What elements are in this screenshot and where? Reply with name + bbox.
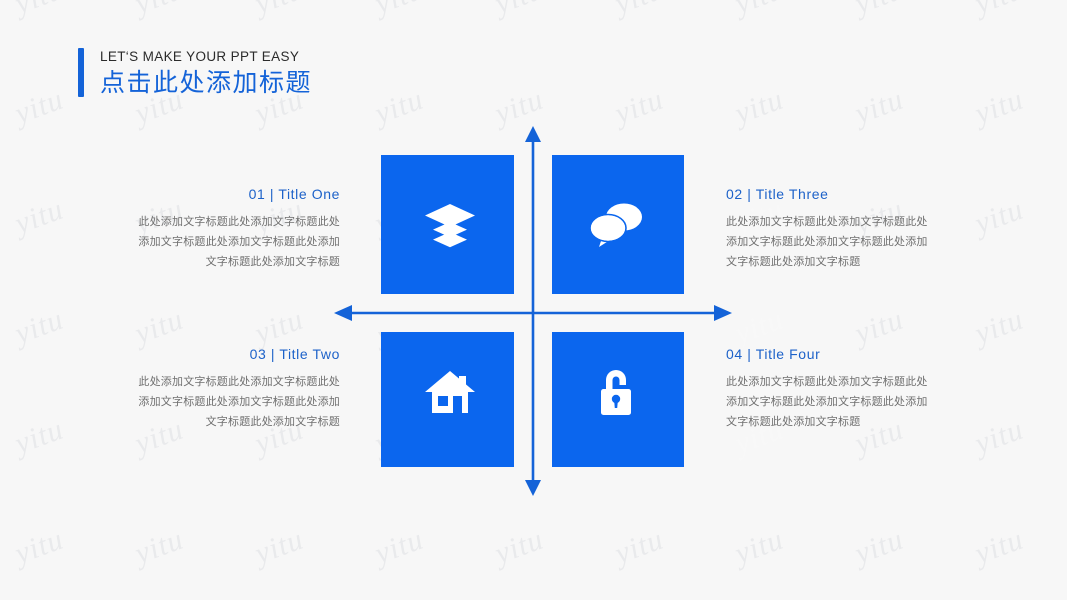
watermark-text: yitu — [370, 82, 428, 131]
watermark-text: yitu — [250, 302, 308, 351]
watermark-text: yitu — [970, 522, 1028, 571]
watermark-text: yitu — [371, 0, 429, 21]
info-block-01-body: 此处添加文字标题此处添加文字标题此处添加文字标题此处添加文字标题此处添加文字标题… — [138, 215, 340, 269]
watermark-text: yitu — [851, 0, 909, 21]
watermark-text: yitu — [490, 82, 548, 131]
info-block-01-heading: 01 | Title One — [248, 186, 340, 202]
watermark-text: yitu — [850, 302, 908, 351]
watermark-text: yitu — [730, 522, 788, 571]
watermark-text: yitu — [730, 302, 788, 351]
watermark-text: yitu — [131, 0, 189, 21]
quadrant-tile-4[interactable] — [547, 322, 684, 467]
watermark-text: yitu — [970, 82, 1028, 131]
watermark-text: yitu — [730, 82, 788, 131]
watermark-text: yitu — [491, 0, 549, 21]
watermark-text: yitu — [850, 522, 908, 571]
quadrant-tile-2[interactable] — [547, 155, 684, 300]
page-title: 点击此处添加标题 — [100, 68, 313, 97]
info-block-03-body: 此处添加文字标题此处添加文字标题此处添加文字标题此处添加文字标题此处添加文字标题… — [138, 375, 340, 429]
watermark-text: yitu — [611, 0, 669, 21]
info-block-03: 03 | Title Two 此处添加文字标题此处添加文字标题此处添加文字标题此… — [128, 346, 340, 433]
info-block-04-body: 此处添加文字标题此处添加文字标题此处添加文字标题此处添加文字标题此处添加文字标题… — [726, 375, 928, 429]
header-kicker: LET‘S MAKE YOUR PPT EASY — [100, 49, 300, 64]
header-text-group: LET‘S MAKE YOUR PPT EASY 点击此处添加标题 — [100, 48, 312, 97]
watermark-text: yitu — [370, 522, 428, 571]
layers-icon — [423, 202, 477, 253]
watermark-text: yitu — [610, 522, 668, 571]
slide-header: LET‘S MAKE YOUR PPT EASY 点击此处添加标题 — [78, 48, 312, 98]
watermark-text: yitu — [731, 0, 789, 21]
watermark-text: yitu — [10, 192, 68, 241]
watermark-text: yitu — [250, 522, 308, 571]
watermark-text: yitu — [850, 82, 908, 131]
watermark-text: yitu — [610, 82, 668, 131]
quadrant-tile-3[interactable] — [381, 322, 518, 467]
watermark-text: yitu — [11, 0, 69, 21]
watermark-text: yitu — [10, 522, 68, 571]
info-block-04-heading: 04 | Title Four — [726, 346, 821, 362]
info-block-02-heading: 02 | Title Three — [726, 186, 829, 202]
watermark-text: yitu — [10, 412, 68, 461]
watermark-text: yitu — [970, 302, 1028, 351]
watermark-text: yitu — [10, 82, 68, 131]
watermark-text: yitu — [130, 302, 188, 351]
quadrant-tile-1[interactable] — [381, 155, 518, 300]
watermark-text: yitu — [971, 0, 1029, 21]
watermark-text: yitu — [490, 522, 548, 571]
info-block-03-heading: 03 | Title Two — [249, 346, 340, 362]
chat-bubbles-icon — [588, 201, 644, 254]
four-quadrant-diagram — [381, 155, 684, 467]
unlock-icon — [592, 365, 640, 424]
watermark-text: yitu — [970, 192, 1028, 241]
watermark-text: yitu — [251, 0, 309, 21]
info-block-02-body: 此处添加文字标题此处添加文字标题此处添加文字标题此处添加文字标题此处添加文字标题… — [726, 215, 928, 269]
watermark-text: yitu — [970, 412, 1028, 461]
info-block-02: 02 | Title Three 此处添加文字标题此处添加文字标题此处添加文字标… — [726, 186, 938, 273]
header-accent-bar — [78, 48, 84, 98]
watermark-text: yitu — [130, 522, 188, 571]
info-block-01: 01 | Title One 此处添加文字标题此处添加文字标题此处添加文字标题此… — [128, 186, 340, 273]
info-block-04: 04 | Title Four 此处添加文字标题此处添加文字标题此处添加文字标题… — [726, 346, 938, 433]
watermark-text: yitu — [10, 302, 68, 351]
home-icon — [423, 368, 477, 421]
